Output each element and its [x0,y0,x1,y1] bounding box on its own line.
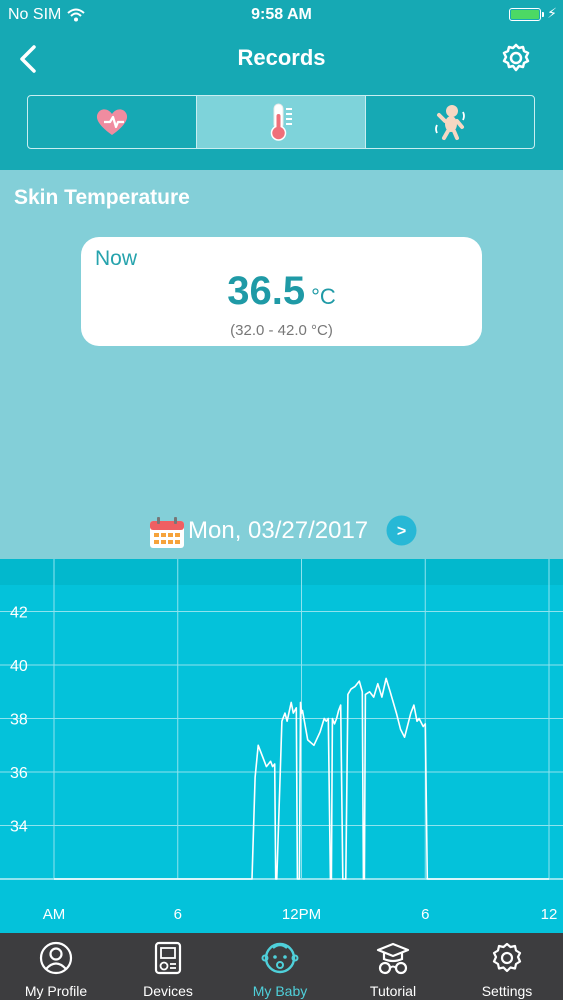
current-temperature-card: Now 36.5 °C (32.0 - 42.0 °C) [81,237,482,346]
y-tick-label: 42 [10,605,28,622]
chart-plot-band [0,559,563,585]
baby-movement-icon [435,105,465,140]
clock: 9:58 AM [251,6,312,23]
tab-label: My Profile [24,983,88,999]
temperature-number: 36.5 [227,269,306,313]
temperature-panel: Skin Temperature Now 36.5 °C (32.0 - 42.0… [0,170,563,560]
tab-label: My Baby [252,983,308,999]
x-tick-label: 6 [421,906,429,923]
battery-tip [542,12,544,17]
calendar-icon[interactable] [149,517,185,549]
baby-face-icon [261,942,299,974]
segment-heart-rate[interactable] [28,96,197,148]
gear-icon [502,43,530,72]
next-day-label: > [397,523,406,540]
temperature-unit: °C [311,284,336,309]
page-title: Records [237,45,326,70]
device-icon [154,941,182,975]
segment-temperature[interactable] [197,96,366,148]
tab-label: Settings [481,983,533,999]
now-label: Now [95,247,138,270]
tab-my-profile[interactable]: My Profile [0,933,112,1000]
tab-label: Devices [143,983,193,999]
y-tick-label: 34 [10,819,28,836]
selected-date[interactable]: Mon, 03/27/2017 [188,517,368,545]
nav-bar: Records [0,30,563,88]
section-title: Skin Temperature [14,186,190,209]
tab-tutorial[interactable]: Tutorial [337,933,449,1000]
x-tick-label: 12PM [282,906,321,923]
tab-settings[interactable]: Settings [451,933,563,1000]
record-type-bar [0,88,563,170]
y-tick-label: 38 [10,712,28,729]
status-bar: No SIM 9:58 AM ⚡ [0,0,563,30]
current-temperature-value: 36.5 °C [81,269,482,314]
tab-my-baby[interactable]: My Baby [224,933,336,1000]
y-tick-label: 40 [10,658,28,675]
battery-icon [509,8,541,21]
x-tick-label: AM [43,906,66,923]
next-day-button[interactable]: > [386,515,417,546]
heart-pulse-icon [96,109,128,135]
tab-devices[interactable]: Devices [112,933,224,1000]
x-tick-label: 6 [174,906,182,923]
record-type-segmented-control [27,95,535,149]
tab-label: Tutorial [369,983,417,999]
date-row: Mon, 03/27/2017 > [0,513,563,553]
person-icon [39,941,73,975]
y-tick-label: 36 [10,765,28,782]
graduation-glasses-icon [376,942,410,975]
x-tick-label: 12 [541,906,558,923]
settings-button[interactable] [499,39,533,77]
gear-icon [492,942,522,973]
segment-movement[interactable] [366,96,534,148]
temperature-chart: 34 36 38 40 42 AM 6 12PM 6 12 [0,559,563,933]
tab-bar: My Profile Devices My Baby Tutorial Sett… [0,933,563,1000]
thermometer-icon [270,103,292,141]
temperature-range: (32.0 - 42.0 °C) [230,322,333,339]
charging-icon: ⚡ [547,5,557,21]
